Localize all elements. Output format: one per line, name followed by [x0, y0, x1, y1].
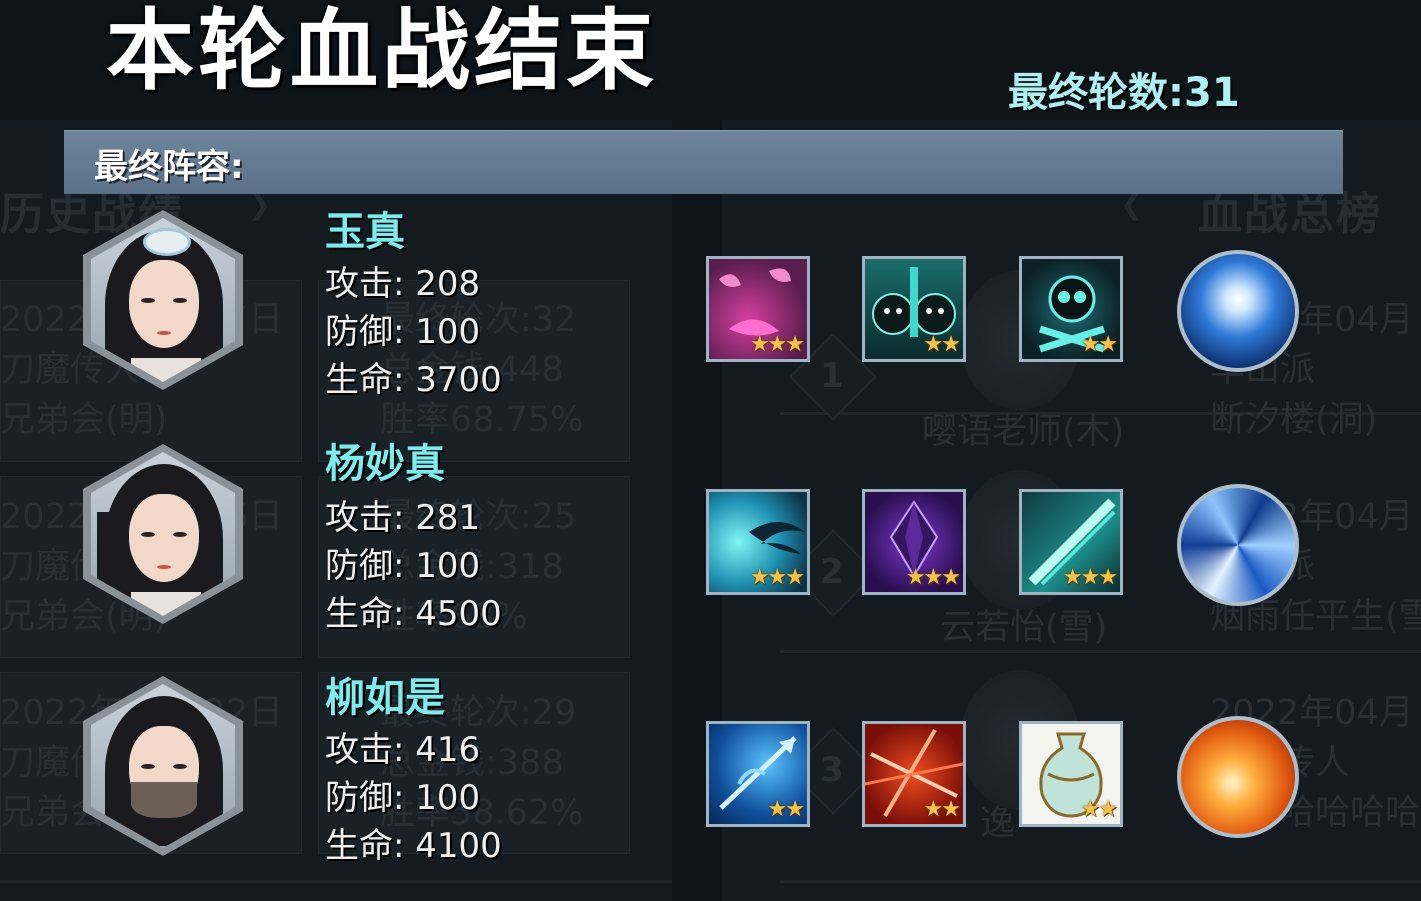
- hero-avatar[interactable]: [83, 444, 243, 624]
- skill-stars: ★★★: [749, 565, 805, 590]
- hero-portrait: [91, 218, 235, 382]
- wave-slash-skill-icon[interactable]: ★★★: [706, 489, 810, 595]
- skill-stars: ★★: [1080, 332, 1118, 357]
- hero-name: 柳如是: [325, 675, 445, 721]
- jade-vase-skill-icon[interactable]: ★★: [1019, 721, 1123, 827]
- ice-arrow-skill-icon[interactable]: ★★: [706, 721, 810, 827]
- jade-spear-skill-icon[interactable]: ★★★: [1019, 489, 1123, 595]
- hero-avatar[interactable]: [83, 676, 243, 856]
- skill-stars: ★★★: [1062, 565, 1118, 590]
- red-slash-skill-icon[interactable]: ★★: [862, 721, 966, 827]
- result-title: 本轮血战结束: [106, 0, 659, 102]
- hero-row: 玉真 攻击: 208 防御: 100 生命: 3700 ★★★ ★★ ★★: [0, 209, 1421, 430]
- hero-hp: 生命: 4500: [325, 594, 502, 634]
- hero-attack: 攻击: 208: [325, 264, 481, 304]
- hero-hp: 生命: 4100: [325, 826, 502, 866]
- hero-row: 柳如是 攻击: 416 防御: 100 生命: 4100 ★★ ★★ ★★: [0, 675, 1421, 896]
- skill-stars: ★★★: [749, 332, 805, 357]
- skill-stars: ★★★: [905, 565, 961, 590]
- hero-defense: 防御: 100: [325, 312, 481, 352]
- hero-attack: 攻击: 281: [325, 498, 481, 538]
- hero-defense: 防御: 100: [325, 546, 481, 586]
- hero-row: 杨妙真 攻击: 281 防御: 100 生命: 4500 ★★★ ★★★ ★★★: [0, 441, 1421, 664]
- hero-avatar[interactable]: [83, 210, 243, 390]
- ghost-army-skill-icon[interactable]: ★★: [862, 256, 966, 362]
- hero-portrait: [91, 684, 235, 848]
- petal-skill-icon[interactable]: ★★★: [706, 256, 810, 362]
- purple-crystal-skill-icon[interactable]: ★★★: [862, 489, 966, 595]
- skill-stars: ★★: [1080, 797, 1118, 822]
- final-round-count: 最终轮数:31: [1008, 70, 1240, 116]
- skill-stars: ★★: [923, 332, 961, 357]
- skill-stars: ★★: [767, 797, 805, 822]
- skull-poison-skill-icon[interactable]: ★★: [1019, 256, 1123, 362]
- hero-name: 玉真: [325, 209, 405, 255]
- face-veil: [131, 782, 197, 818]
- lineup-header-bar: 最终阵容:: [64, 130, 1343, 194]
- moon-orb-icon[interactable]: [1177, 250, 1299, 372]
- whirlwind-orb-icon[interactable]: [1177, 484, 1299, 606]
- headdress-icon: [143, 228, 191, 256]
- hero-hp: 生命: 3700: [325, 360, 502, 400]
- skill-stars: ★★: [923, 797, 961, 822]
- hero-attack: 攻击: 416: [325, 730, 481, 770]
- hero-portrait: [91, 452, 235, 616]
- hero-defense: 防御: 100: [325, 778, 481, 818]
- lineup-label: 最终阵容:: [94, 147, 244, 187]
- fire-orb-icon[interactable]: [1177, 716, 1299, 838]
- hero-name: 杨妙真: [325, 441, 445, 487]
